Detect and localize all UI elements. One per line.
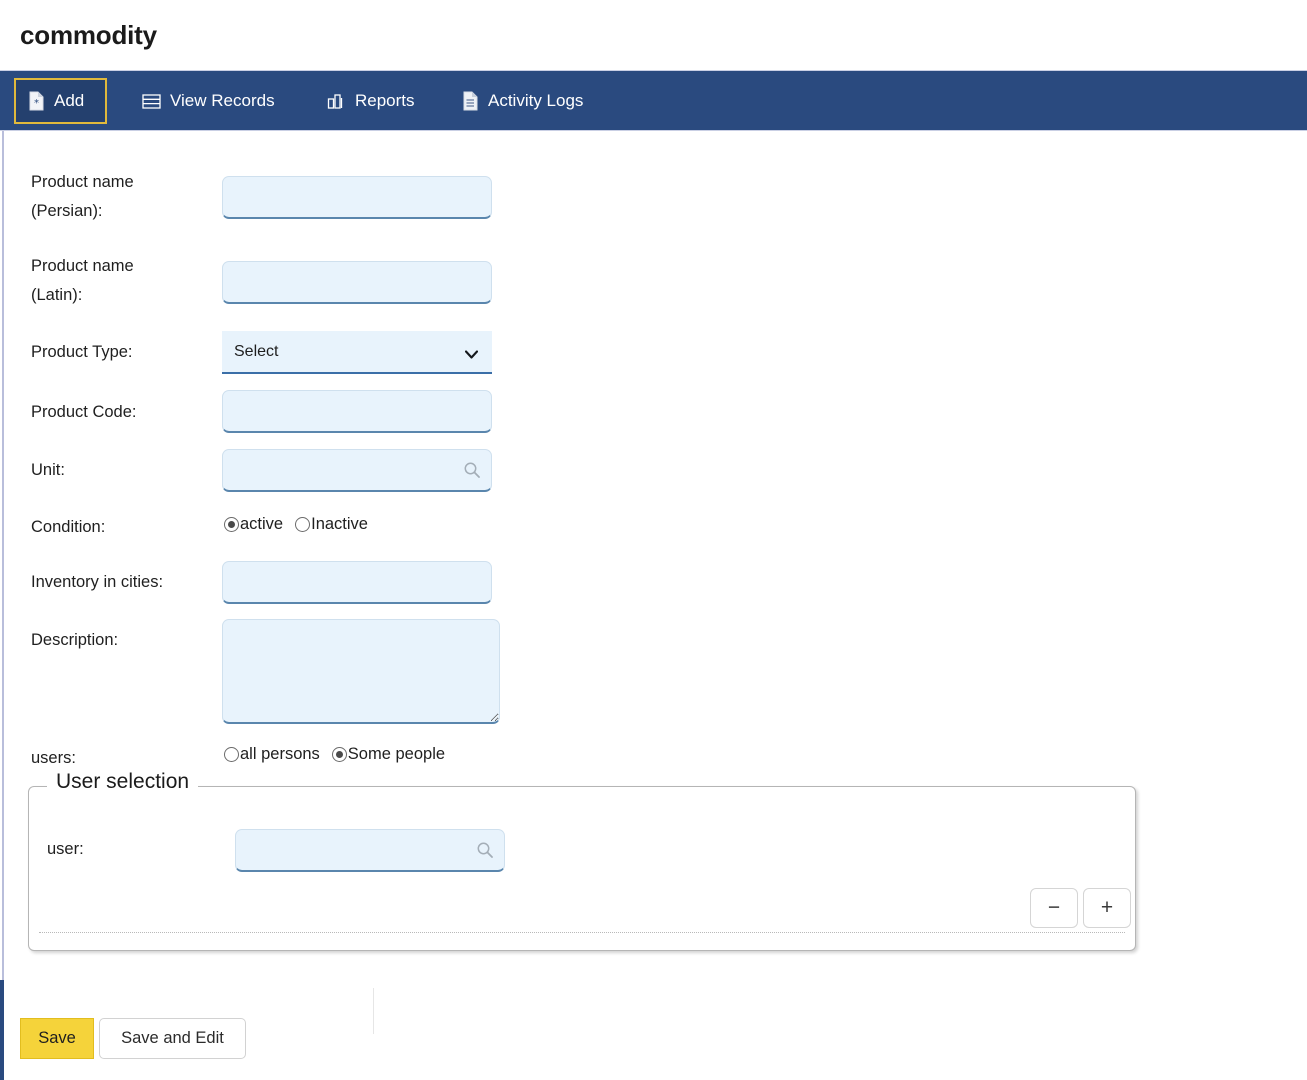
users-some-people-label: Some people — [347, 745, 446, 763]
condition-radio-inactive[interactable]: Inactive — [295, 515, 368, 534]
users-label: users: — [31, 749, 76, 767]
tab-reports[interactable]: Reports — [315, 78, 427, 124]
table-rows-icon — [142, 93, 161, 110]
tab-bar: * Add View Records Reports Activity Logs — [0, 70, 1307, 131]
user-selection-legend: User selection — [47, 770, 199, 794]
radio-dot-inactive[interactable] — [295, 517, 311, 532]
product-type-select[interactable]: Select — [222, 331, 492, 374]
product-type-select-wrap: Select — [222, 331, 492, 374]
remove-user-row-button[interactable]: − — [1030, 888, 1078, 928]
users-radio-some-people[interactable]: Some people — [331, 745, 446, 764]
fieldset-divider — [39, 932, 1125, 933]
product-code-input[interactable] — [222, 390, 492, 433]
radio-dot-all-persons[interactable] — [224, 747, 239, 762]
unit-field-wrap — [222, 449, 492, 492]
tab-view-records[interactable]: View Records — [130, 78, 287, 124]
inventory-in-cities-input[interactable] — [222, 561, 492, 604]
unit-label: Unit: — [31, 461, 65, 479]
tab-reports-label: Reports — [355, 91, 415, 110]
footer-divider — [373, 988, 374, 1034]
left-edge-accent-bar — [0, 980, 4, 1080]
tab-activity-logs[interactable]: Activity Logs — [450, 78, 595, 124]
product-name-persian-input[interactable] — [222, 176, 492, 219]
condition-radio-group: active Inactive — [224, 515, 368, 534]
user-selection-fieldset: User selection user: − + — [28, 770, 1136, 951]
inventory-in-cities-label: Inventory in cities: — [31, 573, 164, 591]
product-name-persian-label: Product name (Persian): — [31, 173, 134, 220]
condition-label: Condition: — [31, 518, 106, 536]
document-add-icon: * — [28, 91, 45, 111]
user-input[interactable] — [235, 829, 505, 872]
users-all-persons-label: all persons — [240, 745, 320, 763]
bar-chart-icon — [327, 92, 346, 110]
document-list-icon — [462, 91, 479, 111]
left-edge-rail — [2, 70, 4, 1080]
condition-inactive-label: Inactive — [311, 515, 368, 533]
description-label: Description: — [31, 631, 119, 649]
radio-dot-active[interactable] — [224, 517, 239, 532]
description-textarea[interactable] — [222, 619, 500, 724]
radio-dot-some-people[interactable] — [331, 747, 347, 762]
tab-add-label: Add — [54, 91, 85, 110]
users-radio-all-persons[interactable]: all persons — [224, 745, 320, 764]
page-title: commodity — [20, 20, 157, 50]
product-type-label: Product Type: — [31, 343, 133, 361]
product-name-latin-input[interactable] — [222, 261, 492, 304]
save-button[interactable]: Save — [20, 1018, 94, 1059]
users-radio-group: all persons Some people — [224, 745, 445, 764]
tab-view-records-label: View Records — [170, 91, 275, 110]
svg-text:*: * — [34, 98, 39, 109]
condition-active-label: active — [240, 515, 284, 533]
save-and-edit-button[interactable]: Save and Edit — [99, 1018, 246, 1059]
tab-activity-logs-label: Activity Logs — [488, 91, 584, 110]
condition-radio-active[interactable]: active — [224, 515, 283, 534]
unit-input[interactable] — [222, 449, 492, 492]
tab-add[interactable]: * Add — [14, 78, 107, 124]
add-user-row-button[interactable]: + — [1083, 888, 1131, 928]
user-field-wrap — [235, 829, 505, 872]
product-code-label: Product Code: — [31, 403, 137, 421]
user-field-label: user: — [47, 840, 84, 858]
product-name-latin-label: Product name (Latin): — [31, 257, 134, 304]
